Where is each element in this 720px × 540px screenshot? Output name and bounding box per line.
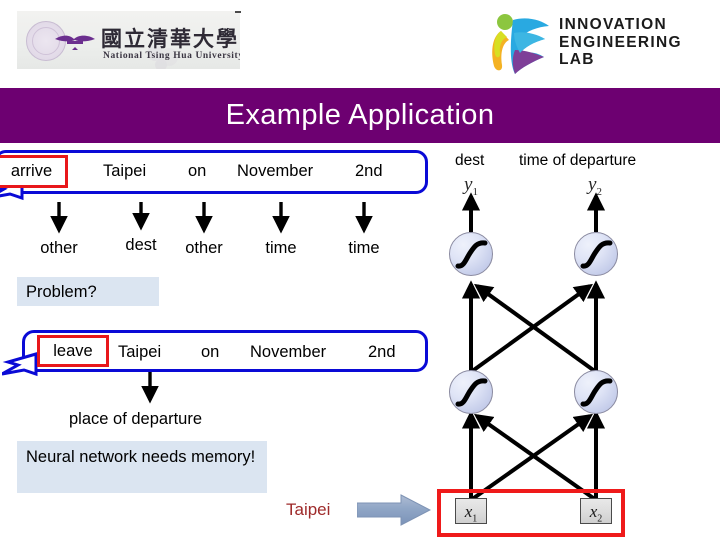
input-word-taipei: Taipei [286,500,331,519]
page-title: Example Application [225,99,495,131]
sentence-2-token-2nd[interactable]: 2nd [368,343,396,362]
sentence-1-token-2nd[interactable]: 2nd [355,162,383,181]
iel-logo: INNOVATION ENGINEERING LAB [487,8,703,78]
sigmoid-icon [455,378,488,407]
nn-input-var-x2-sub: 2 [597,513,603,525]
nn-input-var-x1-sub: 1 [472,513,478,525]
sentence-1-token-taipei[interactable]: Taipei [103,162,146,181]
slot-label-1-4: time [348,239,380,257]
sentence-1-token-on[interactable]: on [188,162,206,181]
slot-label-1-1: dest [125,236,157,254]
nthu-english-name: National Tsing Hua University [103,51,240,61]
nn-output-var-y1-sub: 1 [472,185,478,198]
slot-label-1-3: time [265,239,297,257]
iel-figure-icon [492,14,549,74]
header-tick-mark [235,11,241,13]
nn-input-var-x1: x1 [465,502,478,525]
nn-input-var-x2: x2 [590,502,603,525]
memory-note: Neural network needs memory! [17,441,267,493]
sentence-2-token-november[interactable]: November [250,343,326,362]
sigmoid-icon [455,240,488,269]
nn-output-var-y2: y2 [588,174,602,198]
slot-label-1-2: other [185,239,223,257]
nthu-logo: 國立清華大學 National Tsing Hua University [17,11,240,69]
sigmoid-icon [580,378,613,407]
nn-output-var-y1: y1 [464,174,478,198]
nthu-bird-icon [55,35,95,50]
nthu-chinese-name: 國立清華大學 [101,26,239,51]
sigmoid-icon [580,240,613,269]
slide-canvas: 國立清華大學 National Tsing Hua University INN… [0,0,720,540]
nn-output-label-1: time of departure [519,152,637,169]
nn-input-box-x2[interactable]: x2 [580,498,612,524]
nn-input-box-x1[interactable]: x1 [455,498,487,524]
block-right-arrow-icon [357,494,431,526]
sentence-bubble-2-tail [2,352,38,377]
nn-hidden-neuron-2 [574,370,618,414]
slot-label-2-0: place of departure [69,410,203,428]
sentence-2-token-taipei[interactable]: Taipei [118,343,161,362]
title-band: Example Application [0,88,720,143]
iel-logo-text: INNOVATION ENGINEERING LAB [559,16,682,68]
nn-hidden-neuron-1 [449,370,493,414]
nn-output-neuron-2 [574,232,618,276]
problem-note: Problem? [17,277,159,306]
sentence-2-token-leave[interactable]: leave [37,335,109,367]
nn-output-neuron-1 [449,232,493,276]
sentence-2-token-on[interactable]: on [201,343,219,362]
sentence-1-token-arrive[interactable]: arrive [0,155,68,188]
sentence-1-token-november[interactable]: November [237,162,313,181]
nn-output-label-0: dest [455,152,485,169]
slot-label-1-0: other [40,239,78,257]
nn-output-var-y2-sub: 2 [596,185,602,198]
